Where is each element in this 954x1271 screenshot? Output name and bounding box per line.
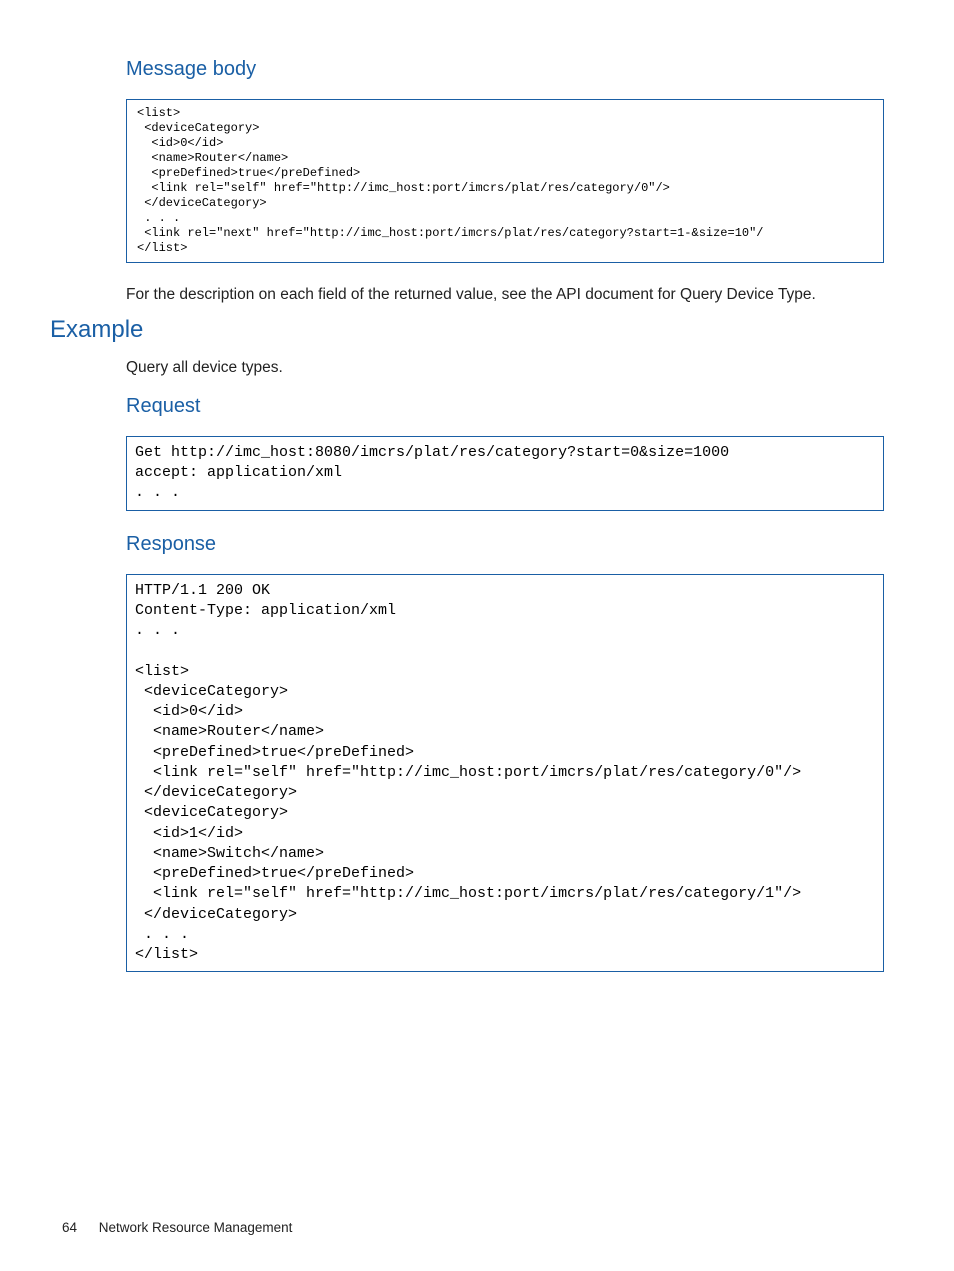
heading-message-body: Message body	[126, 58, 884, 81]
code-response: HTTP/1.1 200 OK Content-Type: applicatio…	[126, 574, 884, 973]
heading-response: Response	[126, 533, 884, 556]
heading-request: Request	[126, 395, 884, 418]
paragraph-example-intro: Query all device types.	[126, 358, 884, 379]
page-number: 64	[62, 1220, 77, 1235]
page-footer: 64 Network Resource Management	[62, 1220, 292, 1235]
code-message-body: <list> <deviceCategory> <id>0</id> <name…	[126, 99, 884, 263]
footer-section: Network Resource Management	[99, 1220, 293, 1235]
paragraph-desc-note: For the description on each field of the…	[126, 285, 884, 306]
code-request: Get http://imc_host:8080/imcrs/plat/res/…	[126, 436, 884, 511]
heading-example: Example	[50, 316, 884, 344]
page: Message body <list> <deviceCategory> <id…	[0, 0, 954, 1271]
